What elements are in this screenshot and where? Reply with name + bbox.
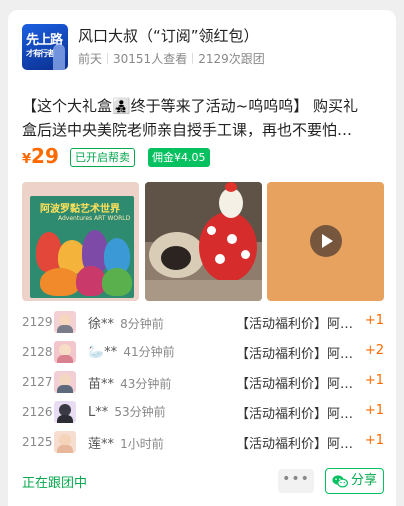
avatar[interactable]: 先上路 才有行者 bbox=[22, 24, 68, 70]
order-number: 2125 bbox=[22, 435, 53, 449]
product-video[interactable] bbox=[267, 182, 384, 301]
mushroom-dot bbox=[207, 226, 216, 235]
post-description[interactable]: 【这个大礼盒👨‍👧‍👦终于等来了活动~呜呜呜】 购买礼 盒后送中央美院老师亲自授… bbox=[22, 94, 384, 142]
order-time: 43分钟前 bbox=[120, 377, 172, 391]
group-buy-card[interactable]: 先上路 才有行者 风口大叔（“订阅”领红包） 前天 30151人查看 2129次跟团… bbox=[8, 10, 396, 506]
order-quantity: +1 bbox=[364, 373, 384, 388]
post-meta: 前天 30151人查看 2129次跟团 bbox=[78, 50, 265, 67]
description-line: 盒后送中央美院老师亲自授手工课，再也不要怕… bbox=[22, 121, 353, 139]
buyer-name: 徐** 8分钟前 bbox=[88, 313, 164, 332]
order-time: 1小时前 bbox=[120, 437, 164, 451]
avatar bbox=[54, 431, 76, 453]
avatar bbox=[54, 311, 76, 333]
avatar-subtext: 才有行者 bbox=[26, 49, 55, 58]
commission-badge[interactable]: 佣金¥4.05 bbox=[148, 148, 210, 167]
list-item[interactable]: 2127 苗** 43分钟前 【活动福利价】阿波罗黏土礼盒 +1 bbox=[22, 367, 384, 397]
helper-sell-badge[interactable]: 已开启帮卖 bbox=[70, 148, 135, 167]
list-item[interactable]: 2126 L** 53分钟前 【活动福利价】阿波罗黏土礼盒 +1 bbox=[22, 397, 384, 427]
clay-chicken-head bbox=[219, 188, 243, 218]
more-icon[interactable]: ••• bbox=[278, 469, 314, 493]
avatar-figure bbox=[53, 44, 65, 70]
monster-figure bbox=[40, 268, 80, 296]
order-time: 53分钟前 bbox=[114, 405, 166, 419]
price: ¥29 bbox=[22, 144, 59, 168]
clay-sheep-face bbox=[161, 246, 191, 270]
join-count: 2129次跟团 bbox=[198, 52, 265, 66]
wechat-icon bbox=[332, 475, 348, 488]
buyer-name: 🦢** 41分钟前 bbox=[88, 343, 175, 360]
buyer-name-text: 莲** bbox=[88, 437, 115, 452]
order-item: 【活动福利价】阿波罗黏土礼盒 bbox=[236, 347, 364, 362]
description-line: 【这个大礼盒👨‍👧‍👦终于等来了活动~呜呜呜】 购买礼 bbox=[22, 97, 359, 115]
table-surface bbox=[145, 280, 262, 301]
product-image-clay[interactable] bbox=[145, 182, 262, 301]
list-item[interactable]: 2128 🦢** 41分钟前 【活动福利价】阿波罗黏土礼盒 +2 bbox=[22, 337, 384, 367]
play-icon[interactable] bbox=[310, 225, 342, 257]
book-subtitle: Adventures ART WORLD bbox=[58, 215, 131, 222]
order-number: 2127 bbox=[22, 375, 53, 389]
buyer-name-text: 徐** bbox=[88, 317, 115, 332]
mushroom-dot bbox=[215, 254, 225, 264]
book-cover: 阿波罗黏艺术世界 Adventures ART WORLD bbox=[30, 196, 134, 298]
order-number: 2126 bbox=[22, 405, 53, 419]
order-quantity: +2 bbox=[364, 343, 384, 358]
buyer-name: 苗** 43分钟前 bbox=[88, 373, 171, 392]
image-gallery: 阿波罗黏艺术世界 Adventures ART WORLD bbox=[22, 182, 384, 301]
book-title: 阿波罗黏艺术世界 bbox=[40, 204, 120, 215]
order-time: 41分钟前 bbox=[123, 345, 175, 359]
order-quantity: +1 bbox=[364, 313, 384, 328]
order-item: 【活动福利价】阿波罗黏土礼盒 bbox=[236, 437, 364, 452]
order-quantity: +1 bbox=[364, 403, 384, 418]
order-item: 【活动福利价】阿波罗黏土礼盒 bbox=[236, 317, 364, 332]
buyer-name-text: L** bbox=[88, 405, 109, 420]
order-number: 2129 bbox=[22, 315, 53, 329]
avatar bbox=[54, 341, 76, 363]
order-item: 【活动福利价】阿波罗黏土礼盒 bbox=[236, 407, 364, 422]
avatar bbox=[54, 401, 76, 423]
list-item[interactable]: 2125 莲** 1小时前 【活动福利价】阿波罗黏土礼盒 +1 bbox=[22, 427, 384, 457]
clay-mushroom bbox=[199, 212, 257, 282]
buyer-name: L** 53分钟前 bbox=[88, 403, 166, 420]
mushroom-dot bbox=[241, 250, 250, 259]
group-title[interactable]: 风口大叔（“订阅”领红包） bbox=[78, 25, 259, 46]
post-time: 前天 bbox=[78, 52, 103, 66]
product-image-book[interactable]: 阿波罗黏艺术世界 Adventures ART WORLD bbox=[22, 182, 139, 301]
mushroom-dot bbox=[227, 234, 237, 244]
share-label: 分享 bbox=[351, 473, 378, 488]
buyer-name-text: 苗** bbox=[88, 377, 115, 392]
order-item: 【活动福利价】阿波罗黏土礼盒 bbox=[236, 377, 364, 392]
currency-symbol: ¥ bbox=[22, 152, 32, 167]
buyer-name: 莲** 1小时前 bbox=[88, 433, 164, 452]
share-button[interactable]: 分享 bbox=[325, 468, 384, 494]
divider bbox=[192, 53, 194, 64]
order-quantity: +1 bbox=[364, 433, 384, 448]
clay-chicken-comb bbox=[225, 182, 237, 192]
card-footer: 正在跟团中 ••• 分享 bbox=[22, 468, 384, 494]
post-header: 先上路 才有行者 风口大叔（“订阅”领红包） 前天 30151人查看 2129次跟团 bbox=[22, 22, 382, 70]
price-row: ¥29 已开启帮卖 佣金¥4.05 bbox=[22, 144, 382, 170]
price-value: 29 bbox=[31, 144, 59, 168]
order-number: 2128 bbox=[22, 345, 53, 359]
order-time: 8分钟前 bbox=[120, 317, 164, 331]
monster-figure bbox=[102, 268, 132, 296]
order-list: 2129 徐** 8分钟前 【活动福利价】阿波罗黏土礼盒 +1 2128 🦢**… bbox=[22, 307, 384, 457]
divider bbox=[107, 53, 109, 64]
group-status: 正在跟团中 bbox=[22, 476, 88, 491]
list-item[interactable]: 2129 徐** 8分钟前 【活动福利价】阿波罗黏土礼盒 +1 bbox=[22, 307, 384, 337]
buyer-name-text: 🦢** bbox=[88, 345, 118, 360]
view-count: 30151人查看 bbox=[113, 52, 188, 66]
avatar bbox=[54, 371, 76, 393]
